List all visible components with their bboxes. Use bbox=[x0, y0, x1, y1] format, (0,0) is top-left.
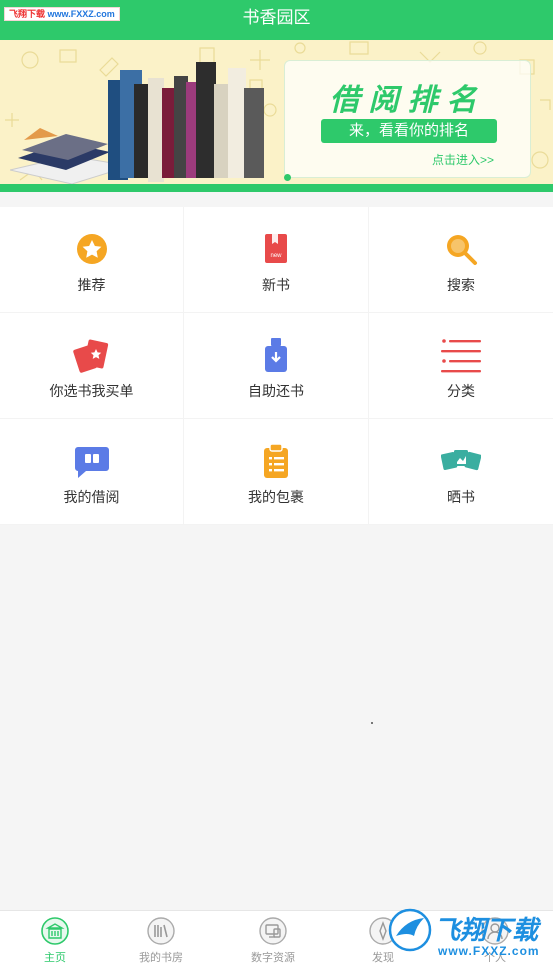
star-icon bbox=[76, 234, 107, 264]
menu-item-my-borrowing[interactable]: 我的借阅 bbox=[0, 419, 184, 525]
menu-item-category[interactable]: 分类 bbox=[369, 313, 553, 419]
menu-label: 推荐 bbox=[77, 277, 106, 293]
new-book-icon: new bbox=[265, 234, 287, 263]
feature-grid: 推荐 new 新书 搜索 你选书我买单 自助还书 分类 我的借阅 我的包裹 晒书 bbox=[0, 207, 553, 525]
ranking-promo-card[interactable]: 借阅排名 来，看看你的排名 点击进入>> bbox=[284, 60, 531, 178]
books-illustration bbox=[10, 62, 264, 185]
ranking-banner[interactable]: 借阅排名 来，看看你的排名 点击进入>> bbox=[0, 40, 553, 192]
photos-icon bbox=[441, 450, 481, 471]
clipboard-icon bbox=[264, 443, 288, 478]
menu-label: 新书 bbox=[262, 277, 290, 293]
nav-digital-resources[interactable]: 数字资源 bbox=[218, 911, 328, 968]
menu-label: 搜索 bbox=[447, 277, 475, 293]
svg-text:new: new bbox=[270, 253, 282, 259]
watermark-badge: 飞翔下载 www.FXXZ.com bbox=[4, 7, 120, 21]
digital-resource-icon bbox=[259, 917, 287, 945]
return-book-icon bbox=[265, 338, 287, 372]
nav-label: 主页 bbox=[44, 952, 66, 964]
nav-my-study[interactable]: 我的书房 bbox=[106, 911, 216, 968]
top-bar: 书香园区 飞翔下载 www.FXXZ.com bbox=[0, 0, 553, 40]
watermark-logo-text: 飞翔下载 bbox=[434, 915, 539, 945]
nav-label: 数字资源 bbox=[251, 952, 295, 964]
banner-bottom-strip bbox=[0, 184, 553, 192]
menu-item-you-pick-we-buy[interactable]: 你选书我买单 bbox=[0, 313, 184, 419]
menu-item-self-return[interactable]: 自助还书 bbox=[184, 313, 369, 419]
watermark-text: 飞翔下载 bbox=[9, 9, 46, 19]
menu-item-search[interactable]: 搜索 bbox=[369, 207, 553, 313]
nav-label: 我的书房 bbox=[139, 952, 183, 964]
list-icon bbox=[441, 339, 481, 373]
bookshelf-icon bbox=[147, 917, 175, 945]
menu-label: 我的借阅 bbox=[63, 489, 120, 505]
carousel-indicator bbox=[284, 174, 291, 181]
cards-icon bbox=[72, 339, 108, 373]
search-icon bbox=[447, 235, 477, 265]
menu-label: 分类 bbox=[447, 383, 475, 399]
menu-item-share-books[interactable]: 晒书 bbox=[369, 419, 553, 525]
menu-item-new-books[interactable]: new 新书 bbox=[184, 207, 369, 313]
watermark-logo-url: www.FXXZ.com bbox=[438, 944, 540, 958]
menu-item-recommend[interactable]: 推荐 bbox=[0, 207, 184, 313]
enter-link[interactable]: 点击进入>> bbox=[432, 151, 494, 168]
watermark-bird-icon bbox=[388, 908, 432, 952]
ranking-subline: 来，看看你的排名 bbox=[321, 119, 497, 143]
speck-artifact bbox=[371, 722, 373, 724]
menu-label: 我的包裹 bbox=[248, 489, 304, 505]
menu-label: 自助还书 bbox=[248, 383, 304, 399]
watermark-url: www.FXXZ.com bbox=[47, 9, 115, 19]
menu-label: 晒书 bbox=[447, 489, 475, 505]
home-icon bbox=[41, 917, 69, 945]
ranking-headline: 借阅排名 bbox=[329, 84, 486, 117]
menu-item-my-package[interactable]: 我的包裹 bbox=[184, 419, 369, 525]
borrow-chat-icon bbox=[74, 447, 109, 478]
watermark-logo: 飞翔下载 www.FXXZ.com bbox=[386, 904, 553, 968]
menu-label: 你选书我买单 bbox=[49, 383, 134, 399]
nav-home[interactable]: 主页 bbox=[0, 911, 110, 968]
